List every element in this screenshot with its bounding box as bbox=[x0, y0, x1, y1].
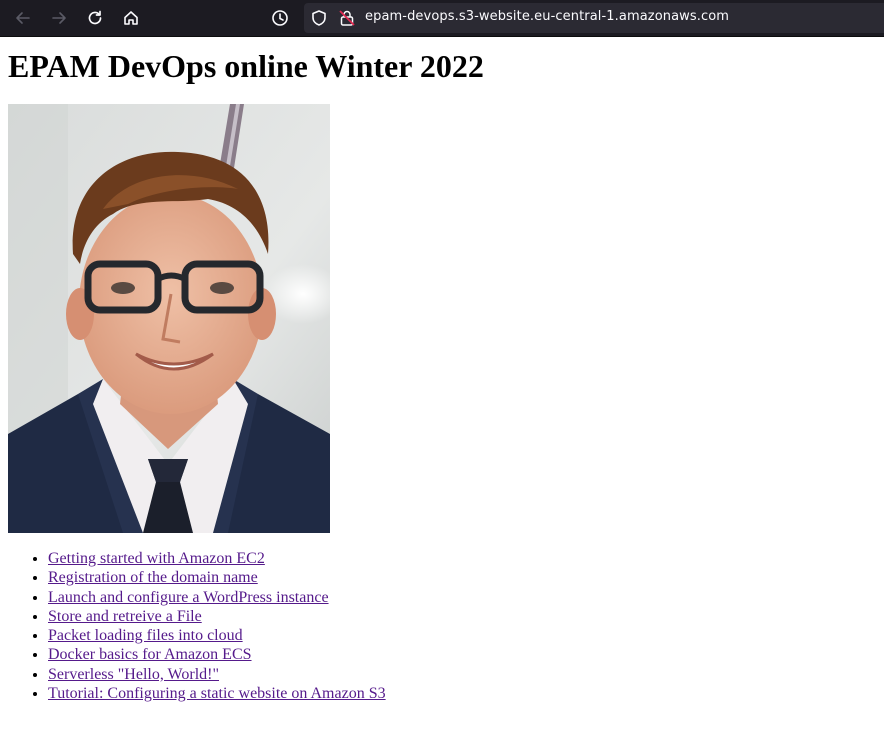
page-content: EPAM DevOps online Winter 2022 • Getting… bbox=[8, 37, 876, 702]
link-static-website-s3[interactable]: Tutorial: Configuring a static website o… bbox=[48, 685, 386, 702]
list-item: Packet loading files into cloud bbox=[48, 626, 386, 645]
list-item: Tutorial: Configuring a static website o… bbox=[48, 684, 386, 703]
link-getting-started-ec2[interactable]: Getting started with Amazon EC2 bbox=[48, 550, 265, 567]
reload-icon[interactable] bbox=[83, 6, 107, 30]
insecure-lock-icon[interactable] bbox=[338, 9, 356, 32]
list-item: Launch and configure a WordPress instanc… bbox=[48, 588, 386, 607]
back-arrow-icon[interactable] bbox=[11, 6, 35, 30]
page-title: EPAM DevOps online Winter 2022 bbox=[8, 48, 484, 84]
list-item: Getting started with Amazon EC2 bbox=[48, 549, 386, 568]
list-item: Registration of the domain name bbox=[48, 568, 386, 587]
browser-toolbar: epam-devops.s3-website.eu-central-1.amaz… bbox=[0, 0, 884, 36]
clock-icon[interactable] bbox=[271, 9, 289, 32]
tutorial-link-list: Getting started with Amazon EC2 Registra… bbox=[8, 549, 386, 703]
link-wordpress-instance[interactable]: Launch and configure a WordPress instanc… bbox=[48, 589, 329, 606]
home-icon[interactable] bbox=[119, 6, 143, 30]
link-domain-registration[interactable]: Registration of the domain name bbox=[48, 569, 258, 586]
link-docker-ecs[interactable]: Docker basics for Amazon ECS bbox=[48, 646, 252, 663]
list-item: Docker basics for Amazon ECS bbox=[48, 645, 386, 664]
link-store-retrieve-file[interactable]: Store and retreive a File bbox=[48, 608, 202, 625]
shield-icon[interactable] bbox=[310, 9, 328, 32]
link-packet-loading[interactable]: Packet loading files into cloud bbox=[48, 627, 243, 644]
portrait-photo bbox=[8, 104, 330, 533]
url-bar[interactable]: epam-devops.s3-website.eu-central-1.amaz… bbox=[258, 3, 884, 33]
list-item: Serverless "Hello, World!" bbox=[48, 665, 386, 684]
forward-arrow-icon[interactable] bbox=[47, 6, 71, 30]
list-item: Store and retreive a File bbox=[48, 607, 386, 626]
url-text[interactable]: epam-devops.s3-website.eu-central-1.amaz… bbox=[365, 9, 729, 24]
link-serverless-hello[interactable]: Serverless "Hello, World!" bbox=[48, 666, 219, 683]
